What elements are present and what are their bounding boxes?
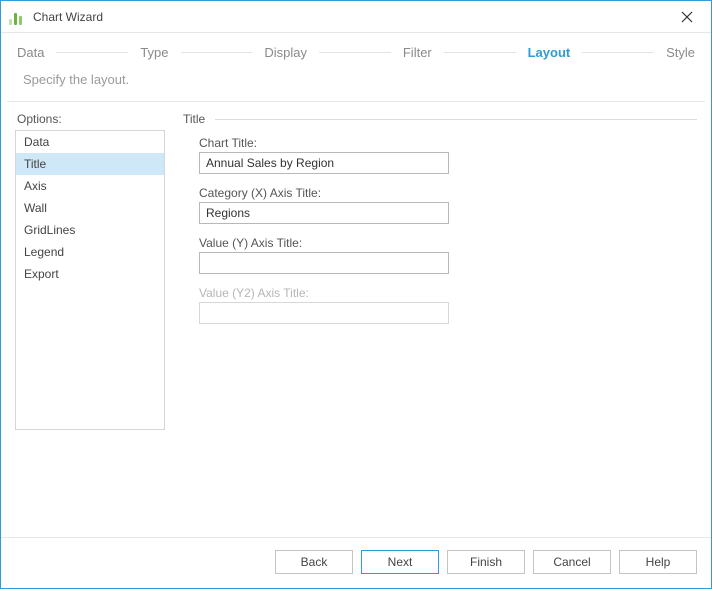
section-header: Title [183, 112, 697, 126]
option-gridlines[interactable]: GridLines [16, 219, 164, 241]
cancel-button[interactable]: Cancel [533, 550, 611, 574]
step-display[interactable]: Display [262, 45, 309, 60]
option-wall[interactable]: Wall [16, 197, 164, 219]
y2-axis-title-label: Value (Y2) Axis Title: [199, 286, 459, 300]
step-type[interactable]: Type [138, 45, 170, 60]
close-icon [681, 11, 693, 23]
chart-title-input[interactable] [199, 152, 449, 174]
help-button[interactable]: Help [619, 550, 697, 574]
step-data[interactable]: Data [15, 45, 46, 60]
step-layout[interactable]: Layout [526, 45, 573, 60]
option-legend[interactable]: Legend [16, 241, 164, 263]
option-axis[interactable]: Axis [16, 175, 164, 197]
x-axis-title-input[interactable] [199, 202, 449, 224]
close-button[interactable] [671, 1, 703, 32]
wizard-steps: Data Type Display Filter Layout Style [1, 33, 711, 64]
step-divider [319, 52, 391, 53]
field-y-axis-title: Value (Y) Axis Title: [199, 236, 459, 274]
y-axis-title-input[interactable] [199, 252, 449, 274]
y-axis-title-label: Value (Y) Axis Title: [199, 236, 459, 250]
window-title: Chart Wizard [33, 10, 103, 24]
section-header-line [215, 119, 697, 120]
app-icon [9, 9, 25, 25]
options-list: Data Title Axis Wall GridLines Legend Ex… [15, 130, 165, 430]
title-form: Chart Title: Category (X) Axis Title: Va… [183, 136, 697, 324]
step-style[interactable]: Style [664, 45, 697, 60]
finish-button[interactable]: Finish [447, 550, 525, 574]
options-label: Options: [15, 112, 165, 126]
options-column: Options: Data Title Axis Wall GridLines … [15, 112, 165, 529]
back-button[interactable]: Back [275, 550, 353, 574]
form-column: Title Chart Title: Category (X) Axis Tit… [165, 112, 697, 529]
titlebar: Chart Wizard [1, 1, 711, 33]
section-header-label: Title [183, 112, 205, 126]
chart-title-label: Chart Title: [199, 136, 459, 150]
step-divider [181, 52, 253, 53]
step-divider [444, 52, 516, 53]
step-divider [56, 52, 128, 53]
field-chart-title: Chart Title: [199, 136, 459, 174]
option-data[interactable]: Data [16, 131, 164, 153]
step-subtitle: Specify the layout. [1, 64, 711, 101]
wizard-footer: Back Next Finish Cancel Help [1, 537, 711, 588]
x-axis-title-label: Category (X) Axis Title: [199, 186, 459, 200]
field-x-axis-title: Category (X) Axis Title: [199, 186, 459, 224]
field-y2-axis-title: Value (Y2) Axis Title: [199, 286, 459, 324]
option-title[interactable]: Title [16, 153, 164, 175]
option-export[interactable]: Export [16, 263, 164, 285]
step-filter[interactable]: Filter [401, 45, 434, 60]
chart-wizard-window: Chart Wizard Data Type Display Filter La… [0, 0, 712, 589]
next-button[interactable]: Next [361, 550, 439, 574]
y2-axis-title-input [199, 302, 449, 324]
wizard-body: Options: Data Title Axis Wall GridLines … [1, 102, 711, 537]
step-divider [582, 52, 654, 53]
